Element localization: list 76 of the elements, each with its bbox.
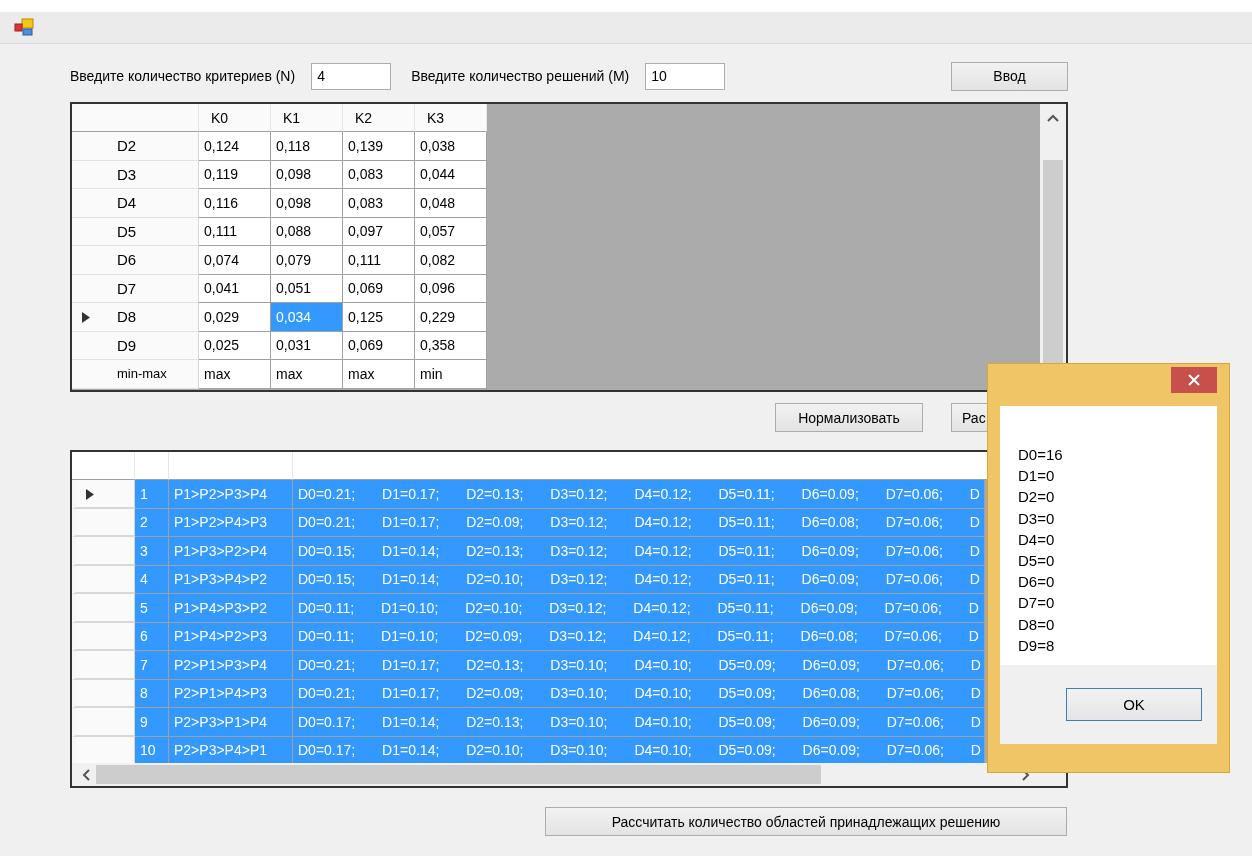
table-cell[interactable]: 0,041 [199,274,271,303]
scroll-left-icon[interactable] [82,768,90,781]
column-header[interactable] [135,452,169,480]
table-cell[interactable]: 0,358 [415,331,487,360]
table-cell[interactable]: 0,098 [271,160,343,189]
table-cell[interactable]: 0,111 [199,217,271,246]
table-cell[interactable]: 0,097 [343,217,415,246]
table-cell[interactable]: max [271,360,343,389]
number-field[interactable]: 4 [311,62,392,90]
table-cell[interactable]: 0,048 [415,189,487,218]
close-icon [1188,374,1200,386]
table-cell[interactable]: 0,229 [415,303,487,332]
row-header[interactable]: D9 [72,331,199,360]
normalize-button[interactable]: Нормализовать [775,403,923,432]
table-cell[interactable]: 0,124 [199,132,271,161]
message-line: D5=0 [1018,551,1056,571]
corner-header [72,452,135,480]
table-cell[interactable]: 0,119 [199,160,271,189]
message-line: D8=0 [1018,614,1056,635]
table-cell[interactable]: max [343,360,415,389]
field-label: Введите количество критериев (N) [70,68,296,84]
row-header[interactable]: D6 [72,246,199,275]
number-field[interactable]: 10 [645,62,726,90]
column-header[interactable] [169,452,293,480]
table-cell[interactable]: 0,139 [343,132,415,161]
message-line: D1=0 [1018,466,1056,487]
table-cell[interactable]: 0,069 [343,331,415,360]
count-regions-button[interactable]: Рассчитать количество областей принадлежащих решению [545,807,1067,836]
table-cell[interactable]: max [199,360,271,389]
row-header[interactable] [72,480,135,509]
message-line: D2=0 [1018,487,1056,508]
table-cell[interactable]: 0,069 [343,274,415,303]
message-line: D3=0 [1018,508,1056,529]
table-cell[interactable]: 0,098 [271,189,343,218]
close-button[interactable] [1171,367,1217,393]
column-header[interactable]: K3 [415,104,487,132]
table-cell[interactable]: 0,083 [343,189,415,218]
table-cell[interactable]: 0,125 [343,303,415,332]
table-cell[interactable]: 0,079 [271,246,343,275]
table-cell[interactable]: 0,038 [415,132,487,161]
message-line: D6=0 [1018,572,1056,593]
table-cell[interactable]: 0,088 [271,217,343,246]
table-cell[interactable]: 0,111 [343,246,415,275]
horizontal-scrollbar[interactable] [72,763,1066,786]
column-header[interactable]: K1 [271,104,343,132]
table-cell[interactable]: 0,031 [271,331,343,360]
message-line: D9=8 [1018,635,1056,656]
table-cell[interactable]: 0,057 [415,217,487,246]
table-cell[interactable]: 0,025 [199,331,271,360]
enter-button[interactable]: Ввод [951,61,1068,91]
table-cell[interactable]: 0,082 [415,246,487,275]
row-header[interactable]: D8 [72,303,199,332]
row-header[interactable]: D4 [72,189,199,218]
ok-button[interactable]: OK [1066,688,1202,721]
scroll-up-icon[interactable] [1047,114,1059,122]
column-header[interactable]: K2 [343,104,415,132]
row-header[interactable]: D2 [72,132,199,161]
row-header[interactable]: D7 [72,274,199,303]
table-cell[interactable]: 0,074 [199,246,271,275]
row-header[interactable]: D3 [72,160,199,189]
column-header[interactable]: K0 [199,104,271,132]
table-cell[interactable]: 0,118 [271,132,343,161]
row-header[interactable]: min-max [72,360,199,389]
message-line: D0=16 [1018,445,1064,465]
table-cell[interactable]: 0,029 [199,303,271,332]
app-icon [14,18,35,37]
table-cell[interactable]: 0,044 [415,160,487,189]
table-cell[interactable]: 0,096 [415,274,487,303]
table-cell[interactable]: 0,116 [199,189,271,218]
row-header[interactable]: D5 [72,217,199,246]
table-cell[interactable]: 0,051 [271,274,343,303]
table-cell[interactable]: min [415,360,487,389]
message-line: D4=0 [1018,529,1056,550]
table-cell[interactable]: 0,083 [343,160,415,189]
field-label: Введите количество решений (M) [411,68,630,84]
message-line: D7=0 [1018,593,1056,614]
